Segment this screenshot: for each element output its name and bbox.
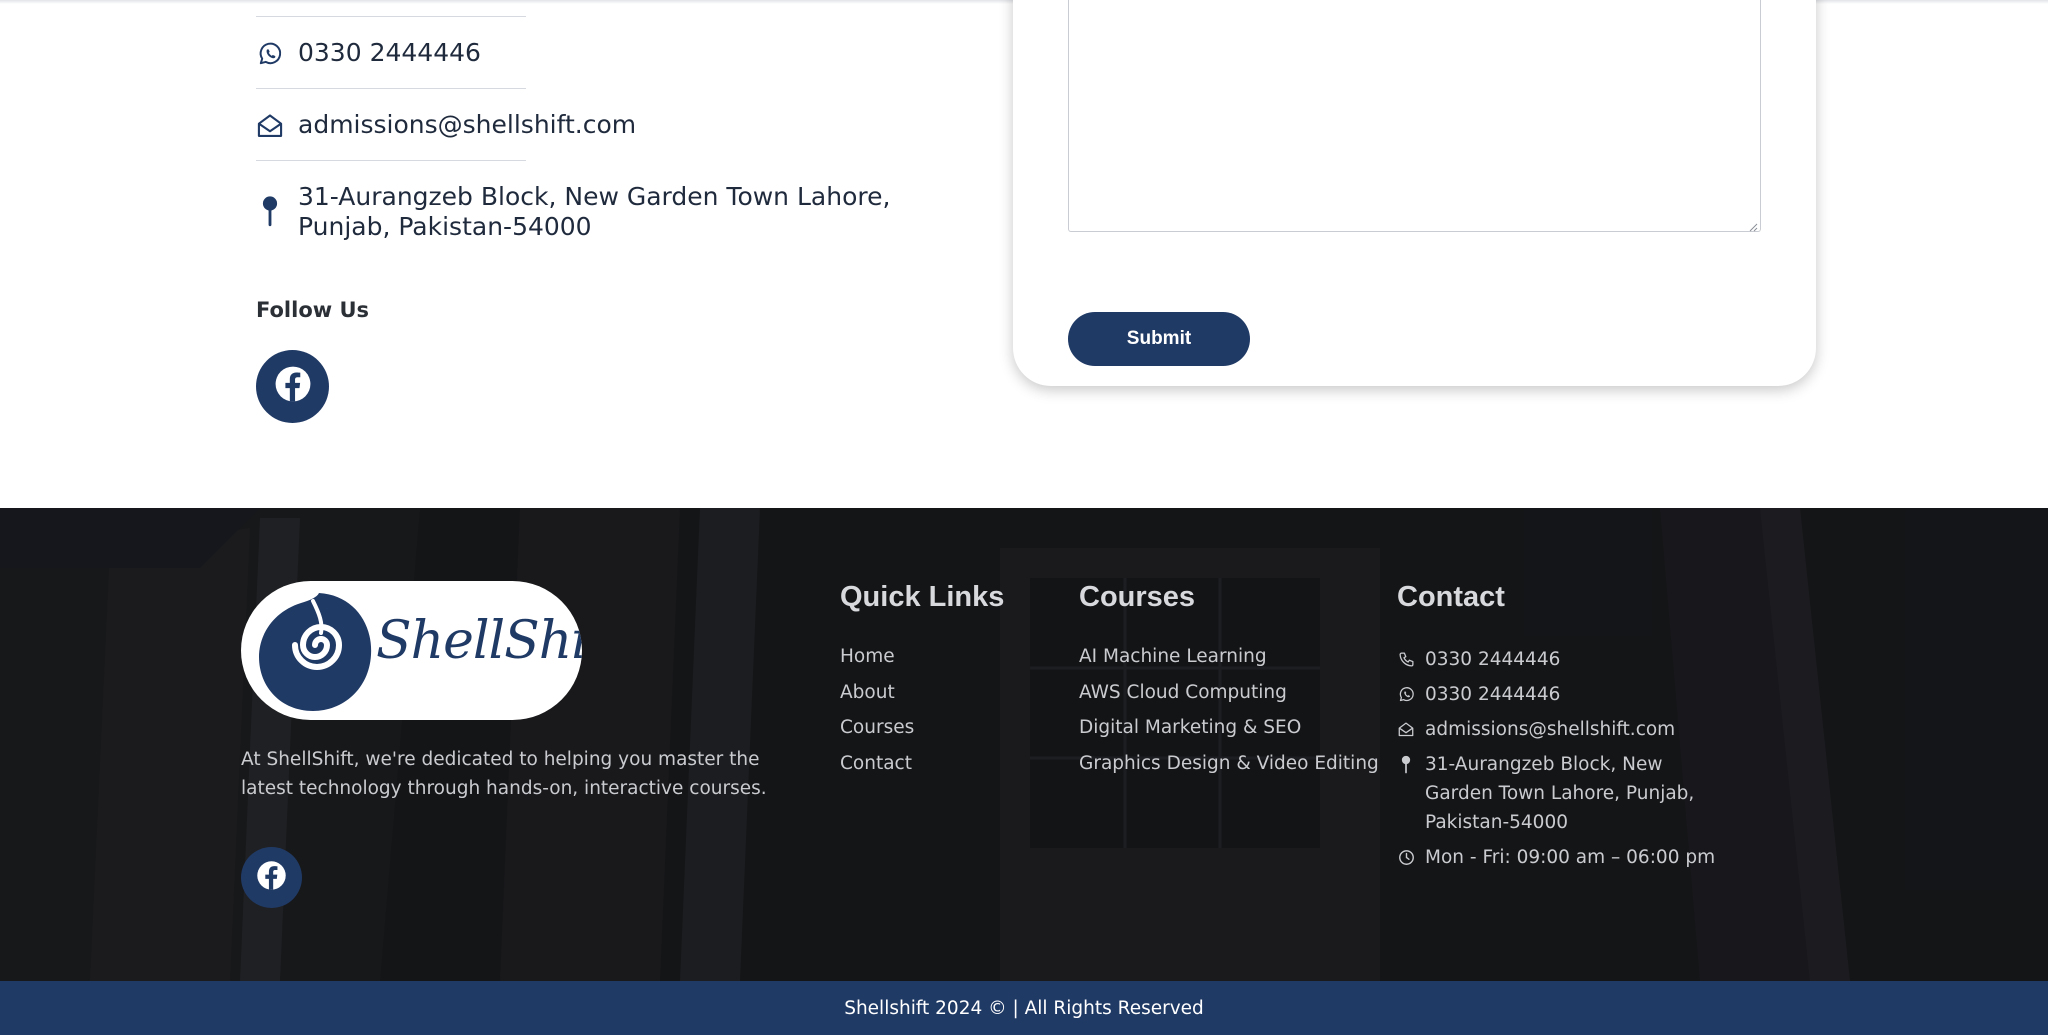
footer-address: 31-Aurangzeb Block, New Garden Town Laho… [1425, 754, 1695, 833]
follow-us-heading: Follow Us [256, 298, 370, 322]
envelope-open-icon [1397, 715, 1415, 744]
divider [256, 160, 526, 161]
shellshift-logo[interactable]: ShellShift [241, 581, 582, 720]
quick-links-list: Home About Courses Contact [840, 645, 914, 787]
contact-address: 31-Aurangzeb Block, New Garden Town Laho… [298, 182, 891, 241]
courses-heading: Courses [1079, 581, 1196, 613]
quick-links-heading: Quick Links [840, 581, 1005, 613]
contact-email-row: admissions@shellshift.com [256, 110, 636, 142]
footer-contact-list: 0330 2444446 0330 2444446 admissions@she… [1397, 645, 1735, 878]
phone-icon [1397, 645, 1415, 674]
contact-email[interactable]: admissions@shellshift.com [298, 110, 636, 140]
contact-whatsapp-number[interactable]: 0330 2444446 [298, 38, 481, 68]
quick-link-about[interactable]: About [840, 681, 914, 717]
footer-whatsapp-number: 0330 2444446 [1425, 684, 1561, 705]
course-link-graphics[interactable]: Graphics Design & Video Editing [1079, 752, 1379, 788]
footer-contact-phone[interactable]: 0330 2444446 [1397, 645, 1735, 674]
footer-phone-number: 0330 2444446 [1425, 649, 1561, 670]
logo-wordmark: ShellShift [376, 611, 582, 671]
contact-address-row: 31-Aurangzeb Block, New Garden Town Laho… [256, 182, 918, 242]
course-link-ai[interactable]: AI Machine Learning [1079, 645, 1379, 681]
quick-link-courses[interactable]: Courses [840, 716, 914, 752]
message-textarea[interactable] [1068, 0, 1761, 232]
divider [256, 16, 526, 17]
site-footer: ShellShift At ShellShift, we're dedicate… [0, 508, 2048, 981]
whatsapp-icon [256, 38, 284, 70]
copyright-bar: Shellshift 2024 © | All Rights Reserved [0, 981, 2048, 1035]
facebook-button[interactable] [256, 350, 329, 423]
whatsapp-icon [1397, 680, 1415, 709]
footer-email: admissions@shellshift.com [1425, 719, 1676, 740]
map-pin-icon [256, 182, 284, 242]
facebook-icon [256, 860, 287, 896]
contact-heading: Contact [1397, 581, 1505, 613]
divider [256, 88, 526, 89]
quick-link-home[interactable]: Home [840, 645, 914, 681]
footer-contact-whatsapp[interactable]: 0330 2444446 [1397, 680, 1735, 709]
copyright-text: Shellshift 2024 © | All Rights Reserved [844, 997, 1204, 1019]
map-pin-icon [1397, 750, 1415, 779]
resize-grip-icon[interactable] [1748, 219, 1758, 232]
courses-list: AI Machine Learning AWS Cloud Computing … [1079, 645, 1379, 787]
shell-logo-icon [259, 593, 372, 711]
submit-button[interactable]: Submit [1068, 312, 1250, 366]
envelope-open-icon [256, 110, 284, 142]
clock-icon [1397, 843, 1415, 872]
facebook-icon [274, 365, 312, 408]
course-link-aws[interactable]: AWS Cloud Computing [1079, 681, 1379, 717]
footer-description: At ShellShift, we're dedicated to helpin… [241, 749, 767, 799]
footer-contact-email[interactable]: admissions@shellshift.com [1397, 715, 1735, 744]
contact-section: 0330 2444446 admissions@shellshift.com 3… [0, 0, 2048, 508]
quick-link-contact[interactable]: Contact [840, 752, 914, 788]
footer-hours: Mon - Fri: 09:00 am – 06:00 pm [1425, 847, 1716, 868]
course-link-marketing[interactable]: Digital Marketing & SEO [1079, 716, 1379, 752]
footer-contact-address: 31-Aurangzeb Block, New Garden Town Laho… [1397, 750, 1735, 837]
contact-form-card: Submit [1013, 0, 1816, 386]
footer-contact-hours: Mon - Fri: 09:00 am – 06:00 pm [1397, 843, 1735, 872]
contact-whatsapp-row: 0330 2444446 [256, 38, 481, 70]
footer-facebook-button[interactable] [241, 847, 302, 908]
